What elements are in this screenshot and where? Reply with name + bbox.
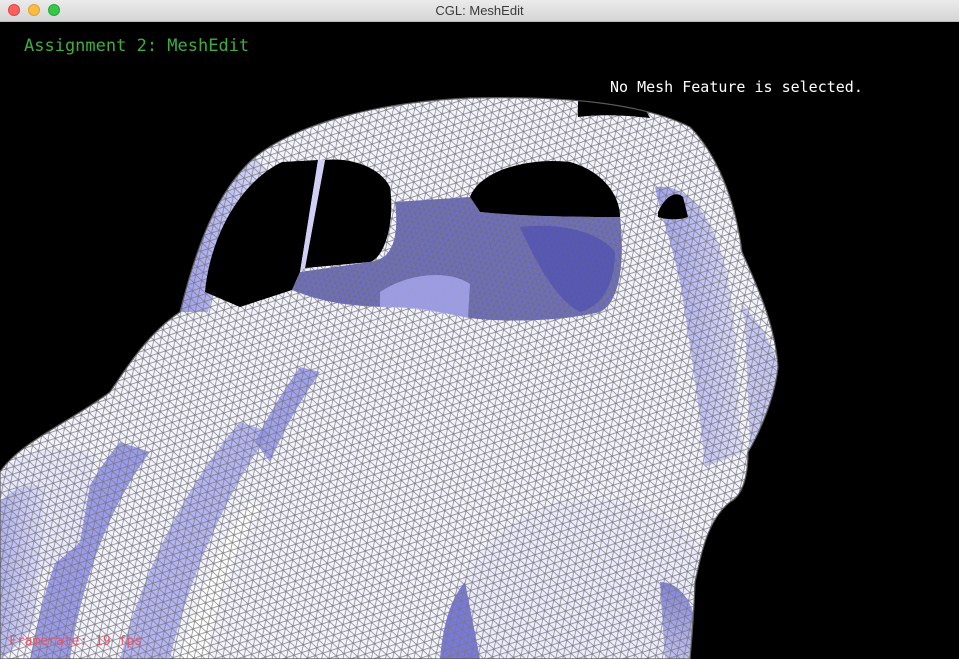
app-window: CGL: MeshEdit Assignment 2: MeshEdit No … [0,0,959,659]
framerate-readout: Framerate: 19 fps [9,634,143,649]
title-bar[interactable]: CGL: MeshEdit [0,0,959,22]
selection-status: No Mesh Feature is selected. [610,78,863,96]
render-viewport[interactable]: Assignment 2: MeshEdit No Mesh Feature i… [0,22,959,659]
window-title: CGL: MeshEdit [435,3,524,18]
mesh-canvas[interactable] [0,22,959,659]
car-mesh[interactable] [0,22,959,659]
app-title: Assignment 2: MeshEdit [24,36,250,56]
